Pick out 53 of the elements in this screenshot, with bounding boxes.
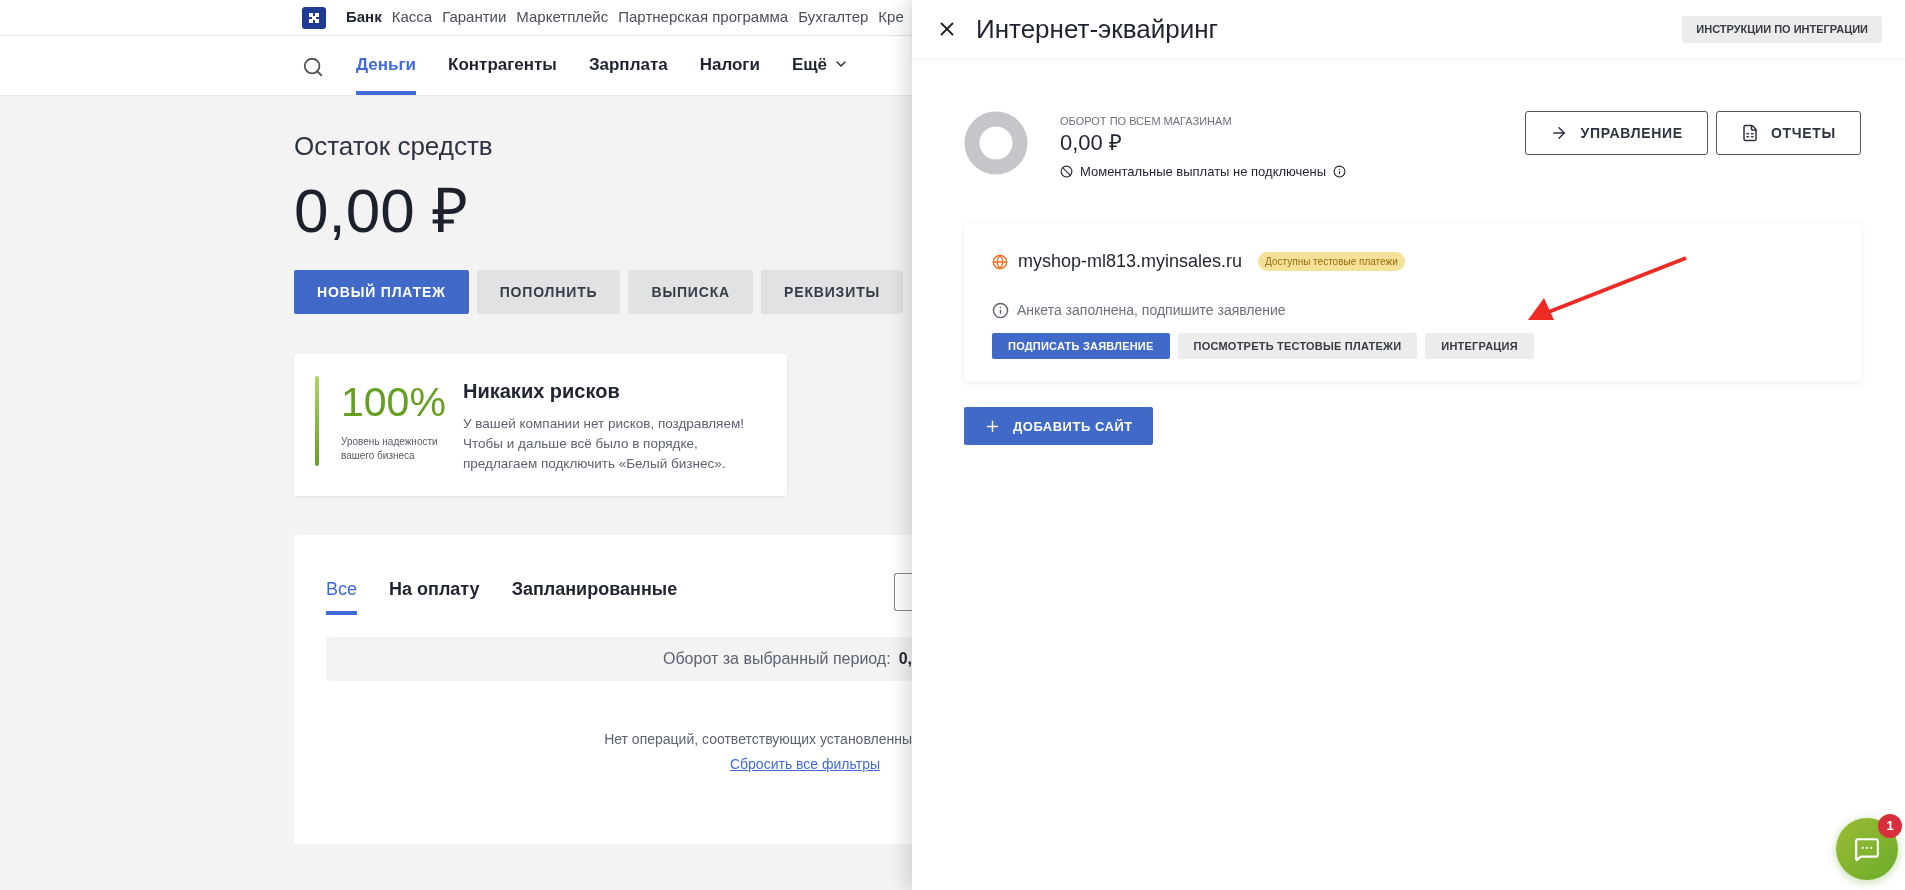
turnover-label: Оборот за выбранный период: — [663, 649, 891, 670]
globe-icon — [992, 253, 1008, 270]
instructions-button[interactable]: ИНСТРУКЦИИ ПО ИНТЕГРАЦИИ — [1682, 15, 1882, 43]
top-nav-link[interactable]: Касса — [391, 6, 433, 29]
payouts-notice: Моментальные выплаты не подключены — [1080, 162, 1327, 181]
main-nav-tab[interactable]: Деньги — [356, 51, 417, 95]
action-button[interactable]: ВЫПИСКА — [628, 270, 754, 315]
drawer-action-button[interactable]: ОТЧЕТЫ — [1715, 111, 1861, 155]
action-button[interactable]: НОВЫЙ ПЛАТЕЖ — [294, 270, 469, 315]
operations-tab[interactable]: На оплату — [389, 576, 480, 616]
action-button[interactable]: ПОПОЛНИТЬ — [476, 270, 621, 315]
top-nav-link[interactable]: Гарантии — [442, 6, 507, 29]
operations-tab[interactable]: Все — [326, 576, 358, 616]
main-nav-tab[interactable]: Зарплата — [588, 51, 668, 95]
summary-amount: 0,00 ₽ — [1060, 129, 1123, 156]
spreadsheet-icon — [1740, 124, 1759, 142]
top-nav-link[interactable]: Кре — [878, 6, 904, 29]
top-nav-link[interactable]: Банк — [346, 6, 382, 29]
site-domain[interactable]: myshop-ml813.myinsales.ru — [1018, 248, 1243, 276]
empty-message: Нет операций, соответствующих установленны — [604, 730, 912, 750]
logo-icon — [302, 6, 326, 29]
status-badge: Доступны тестовые платежи — [1258, 252, 1405, 272]
action-button[interactable]: РЕКВИЗИТЫ — [761, 270, 904, 315]
turnover-value: 0, — [898, 649, 912, 670]
balance-amount: 0,00 ₽ — [294, 175, 469, 247]
notification-badge: 1 — [1878, 814, 1902, 838]
main-nav-tab[interactable]: Контрагенты — [448, 51, 557, 95]
summary-label: ОБОРОТ ПО ВСЕМ МАГАЗИНАМ — [1060, 114, 1233, 129]
reliability-caption: Уровень надежности вашего бизнеса — [341, 435, 439, 464]
top-nav-link[interactable]: Маркетплейс — [516, 6, 609, 29]
reliability-score: 100% — [341, 382, 447, 424]
balance-title: Остаток средств — [294, 130, 494, 163]
main-nav-tab[interactable]: Налоги — [699, 51, 760, 95]
main-nav-tab[interactable]: Ещё — [791, 51, 850, 95]
risk-title: Никаких рисков — [463, 379, 621, 405]
info-icon[interactable] — [1333, 165, 1347, 179]
reset-filters-link[interactable]: Сбросить все фильтры — [729, 754, 880, 776]
empty-donut-drawing — [964, 111, 1028, 175]
site-action-button[interactable]: ИНТЕГРАЦИЯ — [1425, 333, 1534, 360]
site-status: Анкета заполнена, подпишите заявление — [1017, 301, 1286, 321]
search-icon[interactable] — [302, 56, 324, 78]
drawer-title: Интернет-эквайринг — [976, 12, 1219, 46]
site-action-button[interactable]: ПОДПИСАТЬ ЗАЯВЛЕНИЕ — [992, 333, 1170, 360]
drawer-action-button[interactable]: УПРАВЛЕНИЕ — [1525, 111, 1708, 155]
top-nav-link[interactable]: Партнерская программа — [618, 6, 789, 29]
ban-icon — [1060, 165, 1073, 179]
risk-description: У вашей компании нет рисков, поздравляем! Чтобы и дальше всё было в порядке, предлагаем подключить «Белый бизнес». — [463, 415, 745, 474]
operations-tab[interactable]: Запланированные — [511, 576, 678, 616]
top-nav-link[interactable]: Бухгалтер — [798, 6, 869, 29]
chat-icon — [1854, 836, 1880, 862]
add-site-button[interactable]: ДОБАВИТЬ САЙТ — [964, 407, 1153, 446]
site-action-button[interactable]: ПОСМОТРЕТЬ ТЕСТОВЫЕ ПЛАТЕЖИ — [1177, 333, 1418, 360]
info-icon — [992, 302, 1009, 320]
